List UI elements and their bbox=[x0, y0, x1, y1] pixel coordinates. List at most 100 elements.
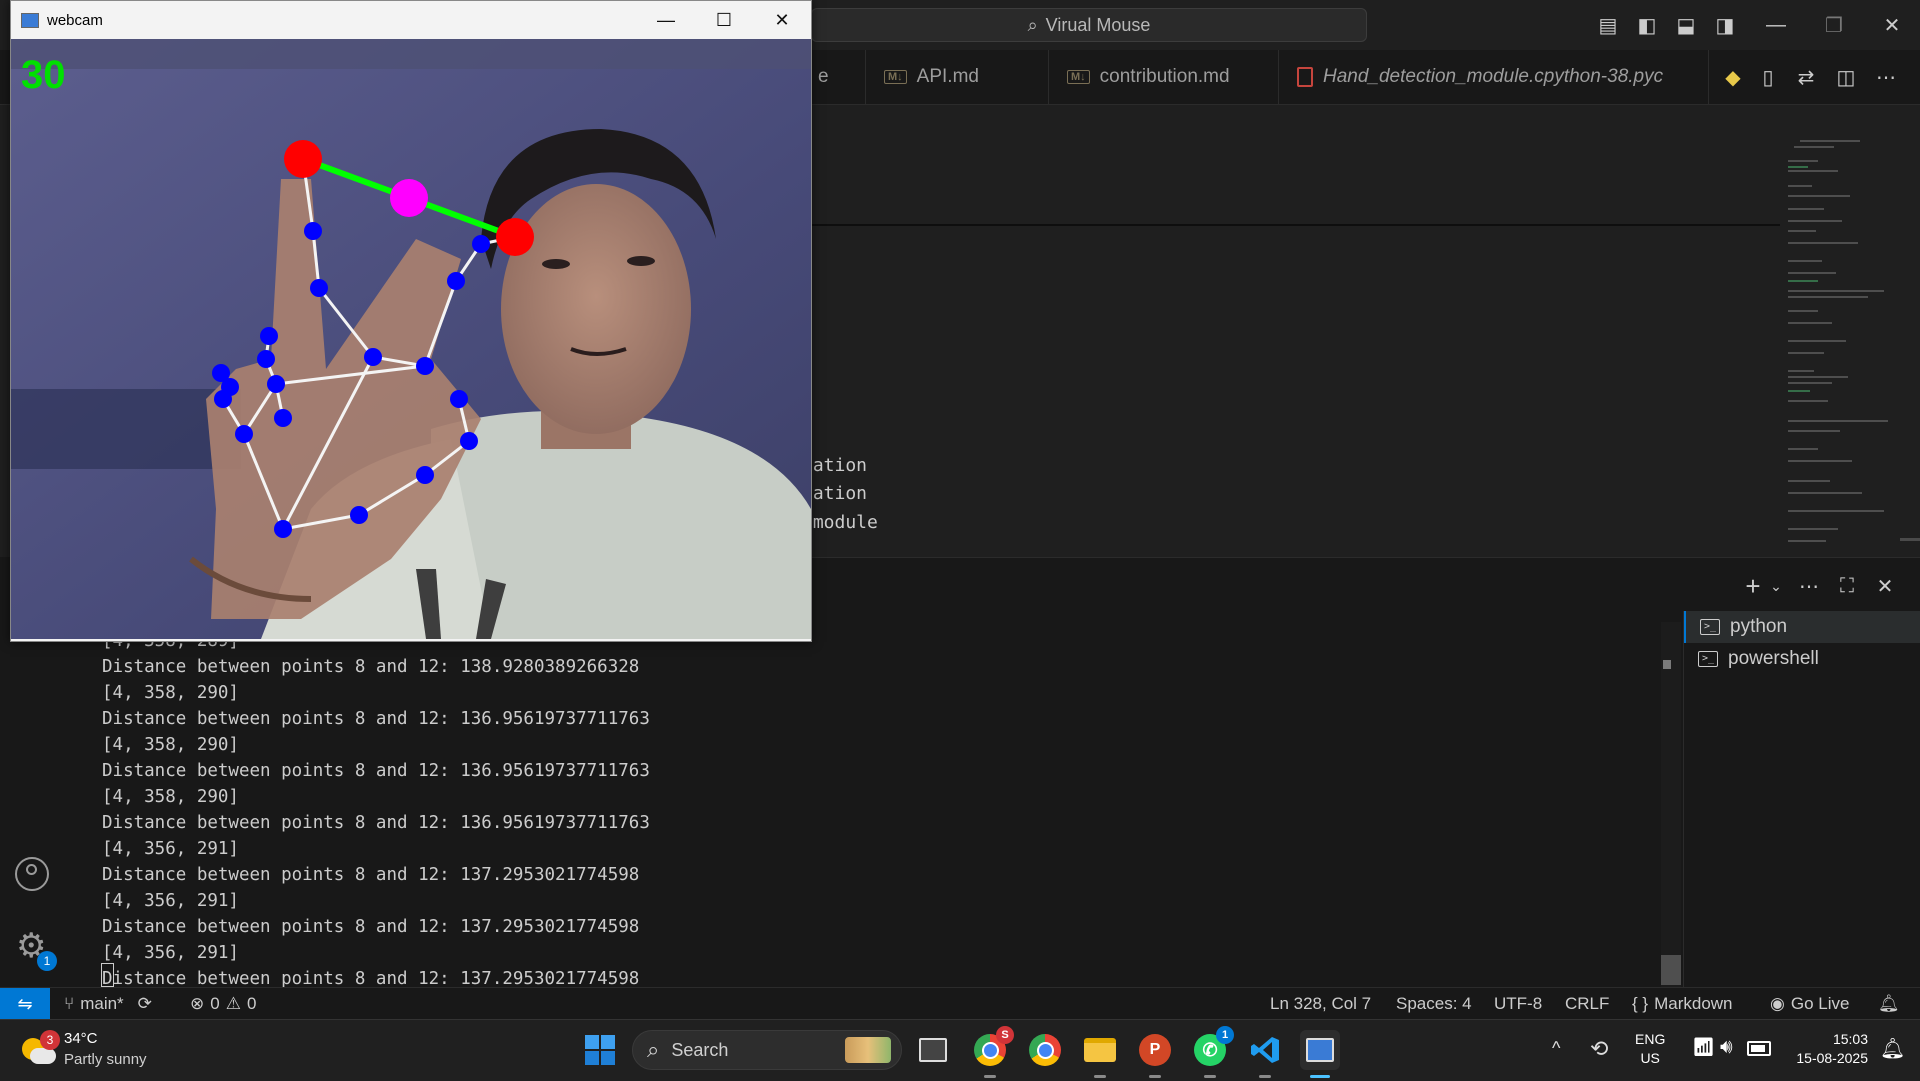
terminal-line: [4, 358, 290] bbox=[102, 683, 239, 703]
midpoint-marker bbox=[390, 179, 428, 217]
sync-icon[interactable]: ⟳ bbox=[138, 994, 152, 1014]
encoding[interactable]: UTF-8 bbox=[1494, 988, 1542, 1020]
landmark-point bbox=[416, 357, 434, 375]
search-placeholder: Search bbox=[671, 1039, 729, 1060]
terminal-scrollbar-thumb[interactable] bbox=[1661, 955, 1681, 985]
compare-changes-icon[interactable]: ⇄ bbox=[1790, 61, 1822, 93]
hand-bone-line bbox=[242, 433, 285, 530]
window-title: webcam bbox=[47, 11, 103, 29]
toggle-primary-sidebar-icon[interactable]: ◧ bbox=[1631, 9, 1663, 41]
line-ending[interactable]: CRLF bbox=[1565, 988, 1609, 1020]
battery-icon[interactable] bbox=[1747, 1041, 1771, 1056]
whatsapp-icon[interactable]: ✆ 1 bbox=[1190, 1026, 1234, 1078]
landmark-point bbox=[364, 348, 382, 366]
weather-widget[interactable]: 3 bbox=[20, 1030, 60, 1068]
file-icon bbox=[1297, 67, 1313, 87]
start-button[interactable] bbox=[580, 1030, 620, 1070]
accounts-icon[interactable] bbox=[15, 857, 49, 891]
tab-contribution-md[interactable]: M↓ contribution.md bbox=[1049, 50, 1279, 104]
window-minimize-icon[interactable]: — bbox=[637, 1, 695, 39]
chrome-profile-icon[interactable]: S bbox=[970, 1026, 1014, 1078]
tab-hand-detection-pyc[interactable]: Hand_detection_module.cpython-38.pyc bbox=[1279, 50, 1709, 104]
window-close-icon[interactable]: ✕ bbox=[753, 1, 811, 39]
clock-time: 15:03 bbox=[1832, 1031, 1868, 1047]
cursor-position[interactable]: Ln 328, Col 7 bbox=[1270, 988, 1371, 1020]
terminal-line: [4, 356, 291] bbox=[102, 943, 239, 963]
remote-indicator-icon[interactable]: ⇋ bbox=[0, 988, 50, 1020]
go-live-button[interactable]: ◉ Go Live bbox=[1770, 988, 1849, 1020]
python-icon[interactable]: ◆ bbox=[1717, 61, 1749, 93]
notifications-bell-icon[interactable]: 🔔︎ bbox=[1878, 988, 1900, 1020]
clock[interactable]: 15:03 15-08-2025 bbox=[1788, 1030, 1868, 1068]
chrome-icon[interactable] bbox=[1025, 1030, 1065, 1070]
branch-name: main* bbox=[80, 994, 124, 1013]
terminal-scroll-marker bbox=[1663, 660, 1671, 669]
toggle-secondary-sidebar-icon[interactable]: ◨ bbox=[1709, 9, 1741, 41]
sync-status-icon[interactable]: ⟲ bbox=[1590, 1036, 1608, 1062]
terminal-item-label: powershell bbox=[1728, 648, 1819, 669]
warning-count: 0 bbox=[246, 994, 257, 1013]
windows-taskbar: 3 34°C Partly sunny ⌕ Search S P ✆ 1 ^ ⟲… bbox=[0, 1019, 1920, 1081]
search-icon: ⌕ bbox=[647, 1037, 660, 1062]
terminal-output[interactable]: [4, 358, 289]Distance between points 8 a… bbox=[102, 628, 650, 992]
notification-center-icon[interactable]: 🔔︎ bbox=[1880, 1036, 1905, 1061]
terminal-line: [4, 356, 291] bbox=[102, 839, 239, 859]
indentation[interactable]: Spaces: 4 bbox=[1396, 988, 1472, 1020]
minimap[interactable] bbox=[1780, 130, 1890, 560]
webcam-window[interactable]: webcam — ☐ ✕ 30 bbox=[10, 0, 812, 642]
terminal-line: Distance between points 8 and 12: 136.95… bbox=[102, 709, 650, 729]
whatsapp-badge: 1 bbox=[1216, 1026, 1234, 1044]
terminal-line: [4, 356, 291] bbox=[102, 891, 239, 911]
split-editor-icon[interactable]: ◫ bbox=[1830, 61, 1862, 93]
file-explorer-icon[interactable] bbox=[1080, 1030, 1120, 1078]
toggle-panel-icon[interactable]: ⬓ bbox=[1670, 9, 1702, 41]
language-mode[interactable]: { } Markdown bbox=[1632, 988, 1733, 1020]
tab-api-md[interactable]: M↓ API.md bbox=[866, 50, 1049, 104]
command-center[interactable]: ⌕ Virual Mouse bbox=[811, 8, 1367, 42]
terminal-item-powershell[interactable]: >_ powershell bbox=[1684, 643, 1920, 675]
terminal-list: >_ python >_ powershell bbox=[1683, 611, 1920, 987]
show-hidden-icons-chevron-icon[interactable]: ^ bbox=[1552, 1038, 1560, 1059]
open-preview-icon[interactable]: ▯ bbox=[1752, 61, 1784, 93]
more-actions-icon[interactable]: ⋯ bbox=[1793, 570, 1825, 602]
restore-icon[interactable]: ❐ bbox=[1818, 9, 1850, 41]
landmark-point bbox=[416, 466, 434, 484]
error-count: 0 bbox=[210, 994, 220, 1013]
window-maximize-icon[interactable]: ☐ bbox=[695, 1, 753, 39]
python-webcam-app-icon[interactable] bbox=[1300, 1030, 1340, 1078]
more-actions-icon[interactable]: ⋯ bbox=[1870, 61, 1902, 93]
warning-icon: ⚠ bbox=[225, 994, 241, 1013]
terminal-icon: >_ bbox=[1698, 651, 1718, 667]
terminal-item-python[interactable]: >_ python bbox=[1684, 611, 1920, 643]
git-branch-icon: ⑂ bbox=[64, 994, 75, 1013]
problems-indicator[interactable]: ⊗ 0 ⚠ 0 bbox=[190, 988, 256, 1020]
close-panel-icon[interactable]: ✕ bbox=[1869, 570, 1901, 602]
chevron-down-icon[interactable]: ⌄ bbox=[1760, 570, 1792, 602]
customize-layout-icon[interactable]: ▤ bbox=[1592, 9, 1624, 41]
task-view-icon[interactable] bbox=[913, 1030, 953, 1070]
branch-indicator[interactable]: ⑂ main* ⟳ bbox=[64, 988, 152, 1020]
terminal-scrollbar[interactable] bbox=[1661, 622, 1681, 987]
powerpoint-icon[interactable]: P bbox=[1135, 1030, 1175, 1078]
minimize-icon[interactable]: — bbox=[1760, 9, 1792, 41]
landmark-point bbox=[274, 409, 292, 427]
code-line: module bbox=[802, 512, 878, 533]
vscode-icon[interactable] bbox=[1245, 1030, 1285, 1078]
command-center-label: Virual Mouse bbox=[1045, 14, 1151, 35]
volume-icon[interactable]: 🔊︎ bbox=[1720, 1036, 1733, 1059]
language-indicator[interactable]: ENG US bbox=[1635, 1030, 1665, 1068]
go-live-label: Go Live bbox=[1790, 994, 1850, 1013]
wifi-icon[interactable]: 📶︎ bbox=[1692, 1037, 1715, 1058]
middle-fingertip-marker bbox=[496, 218, 534, 256]
window-app-icon bbox=[21, 12, 39, 28]
language-bottom: US bbox=[1640, 1050, 1660, 1066]
close-icon[interactable]: ✕ bbox=[1876, 9, 1908, 41]
maximize-panel-icon[interactable]: ⛶ bbox=[1831, 570, 1863, 602]
landmark-point bbox=[304, 222, 322, 240]
terminal-line: [4, 358, 290] bbox=[102, 735, 239, 755]
language-top: ENG bbox=[1635, 1031, 1666, 1047]
landmark-point bbox=[310, 279, 328, 297]
webcam-titlebar[interactable]: webcam — ☐ ✕ bbox=[11, 1, 811, 39]
taskbar-search[interactable]: ⌕ Search bbox=[632, 1030, 902, 1070]
terminal-line: Distance between points 8 and 12: 137.29… bbox=[102, 917, 640, 937]
